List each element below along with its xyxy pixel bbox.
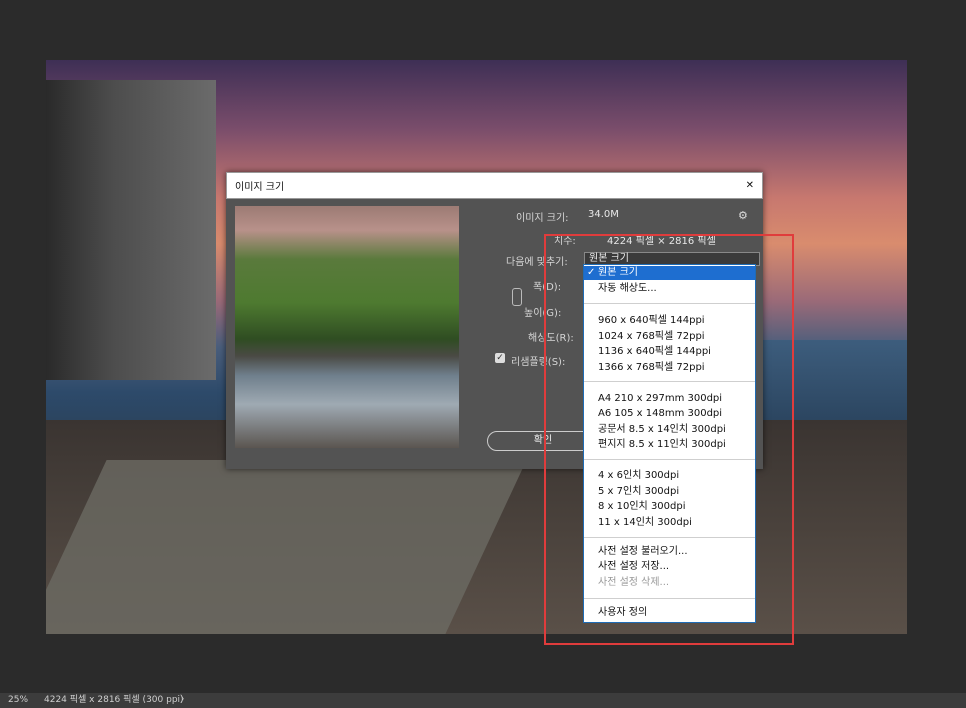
link-icon[interactable] xyxy=(512,288,522,306)
document-info: 4224 픽셀 x 2816 픽셀 (300 ppi) xyxy=(44,695,184,705)
photo-building xyxy=(46,80,216,380)
image-preview[interactable] xyxy=(235,206,459,448)
dialog-title: 이미지 크기 xyxy=(235,182,285,193)
dialog-titlebar[interactable]: 이미지 크기 ✕ xyxy=(226,172,763,199)
image-size-label: 이미지 크기: xyxy=(516,213,569,224)
close-icon[interactable]: ✕ xyxy=(746,180,754,191)
resample-checkbox[interactable]: ✓ xyxy=(495,353,505,363)
zoom-level[interactable]: 25% xyxy=(8,693,28,708)
status-bar: 25% 4224 픽셀 x 2816 픽셀 (300 ppi) 〉 xyxy=(0,693,966,708)
photo-path xyxy=(46,460,527,634)
chevron-right-icon[interactable]: 〉 xyxy=(180,693,189,708)
gear-icon[interactable]: ⚙ xyxy=(738,209,748,222)
image-size-value: 34.0M xyxy=(588,209,619,220)
annotation-highlight-box xyxy=(544,234,794,645)
